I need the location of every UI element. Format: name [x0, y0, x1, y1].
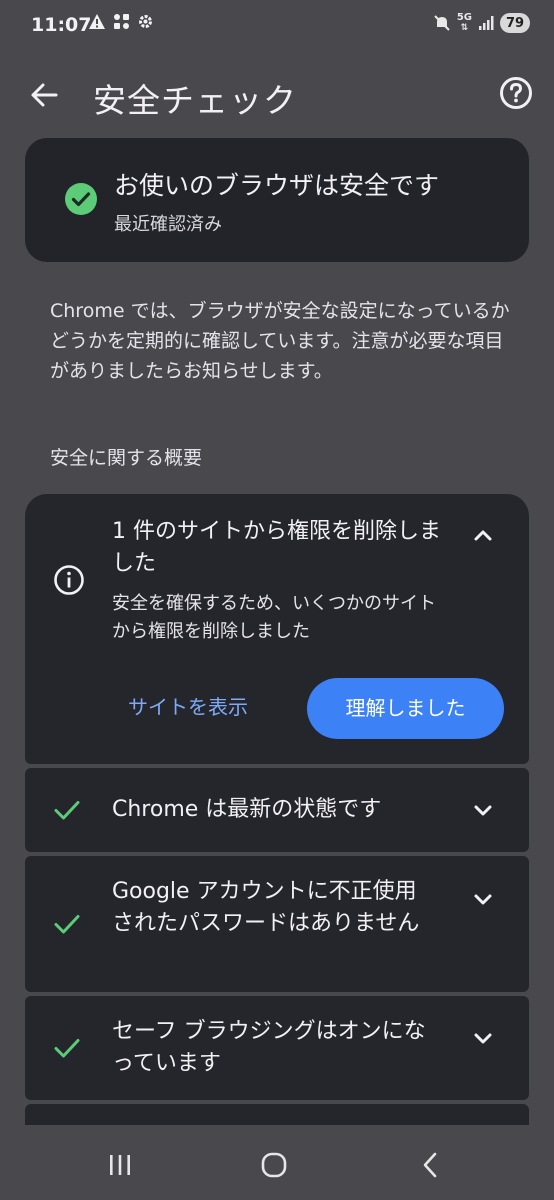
navigation-bar [0, 1125, 554, 1200]
safe-browsing-title: セーフ ブラウジングはオンになっています [112, 1019, 426, 1076]
check-icon [54, 1039, 80, 1058]
battery-indicator: 79 [500, 13, 530, 33]
status-right-icons: 5G ⇅ 79 [433, 13, 530, 33]
status-subtitle: 最近確認済み [114, 214, 222, 235]
page-title: 安全チェック [93, 81, 297, 120]
check-circle-icon [65, 183, 97, 215]
check-icon [54, 915, 80, 934]
password-check-row[interactable]: Google アカウントに不正使用されたパスワードはありません [25, 856, 529, 992]
warning-icon [89, 14, 105, 29]
description-text: Chrome では、ブラウザが安全な設定になっているかどうかを定期的に確認してい… [50, 300, 510, 382]
back-button[interactable] [26, 77, 62, 113]
status-title: お使いのブラウザは安全です [114, 171, 440, 200]
chevron-down-icon[interactable] [471, 887, 495, 911]
help-button[interactable] [498, 75, 534, 111]
permissions-removed-description: 安全を確保するため、いくつかのサイトから権限を削除しました [112, 593, 436, 642]
section-title: 安全に関する概要 [50, 447, 203, 469]
mute-icon [434, 15, 450, 31]
got-it-button[interactable]: 理解しました [307, 678, 504, 739]
data-arrows-icon: ⇅ [460, 23, 469, 33]
signal-icon [479, 16, 494, 30]
status-left-icons [88, 13, 154, 30]
grid-apps-icon [114, 14, 129, 29]
safe-browsing-row[interactable]: セーフ ブラウジングはオンになっています [25, 996, 529, 1100]
password-check-title: Google アカウントに不正使用されたパスワードはありません [112, 879, 420, 936]
recent-apps-button[interactable] [100, 1147, 140, 1183]
app-bar: 安全チェック [0, 60, 554, 130]
permissions-removed-title: 1 件のサイトから権限を削除しました [112, 519, 441, 576]
info-icon [54, 565, 84, 595]
help-circle-icon [500, 77, 532, 109]
status-bar: 11:07 5G ⇅ 79 [0, 0, 554, 52]
settings-gear-icon [139, 15, 152, 28]
status-time: 11:07 [31, 14, 92, 36]
check-icon [54, 801, 80, 820]
system-back-button[interactable] [410, 1147, 450, 1183]
chrome-update-title: Chrome は最新の状態です [112, 797, 382, 822]
back-icon [423, 1152, 437, 1178]
chrome-update-row[interactable]: Chrome は最新の状態です [25, 768, 529, 852]
chevron-down-icon[interactable] [471, 1026, 495, 1050]
home-button[interactable] [254, 1147, 294, 1183]
network-type: 5G [456, 12, 472, 23]
view-sites-button[interactable]: サイトを表示 [111, 690, 265, 724]
permissions-removed-card: 1 件のサイトから権限を削除しました 安全を確保するため、いくつかのサイトから権… [25, 494, 529, 764]
chevron-down-icon[interactable] [471, 798, 495, 822]
home-icon [261, 1152, 287, 1178]
chevron-up-icon[interactable] [471, 524, 495, 548]
safety-status-card: お使いのブラウザは安全です 最近確認済み [25, 138, 529, 262]
arrow-back-icon [31, 83, 58, 107]
recent-apps-icon [110, 1155, 130, 1175]
network-indicator: 5G ⇅ [456, 12, 472, 34]
